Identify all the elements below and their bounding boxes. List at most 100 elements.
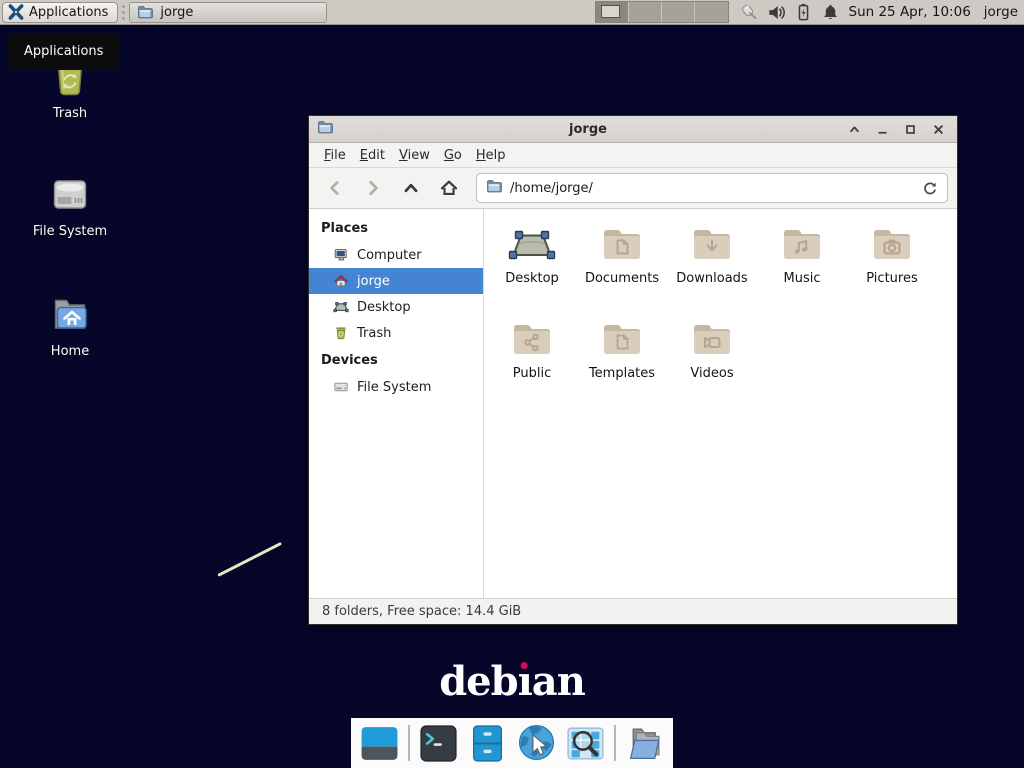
desktop-icon: [333, 299, 349, 315]
workspace-window-preview: [601, 5, 620, 18]
workspace-3[interactable]: [662, 2, 695, 22]
folder-item-videos[interactable]: Videos: [667, 313, 757, 408]
battery-charging-icon[interactable]: [794, 3, 813, 22]
sidebar-header-places: Places: [309, 214, 483, 242]
music-folder-icon: [778, 220, 826, 268]
desktop-icon-file-system[interactable]: File System: [22, 170, 118, 239]
desktop-icon-label: File System: [33, 224, 107, 239]
sidebar-item-file-system[interactable]: File System: [309, 374, 483, 400]
minimize-button[interactable]: [871, 119, 893, 140]
folder-label: Downloads: [676, 272, 747, 286]
pictures-folder-icon: [868, 220, 916, 268]
back-button[interactable]: [318, 173, 351, 203]
home-button[interactable]: [432, 173, 465, 203]
workspace-2[interactable]: [629, 2, 662, 22]
folder-view[interactable]: Desktop Documents Do: [484, 209, 957, 598]
menu-help[interactable]: Help: [469, 146, 513, 165]
dock-web-browser-button[interactable]: [516, 723, 557, 764]
show-desktop-icon: [359, 723, 400, 764]
workspace-switcher: [595, 1, 729, 23]
taskbar-window-button[interactable]: jorge: [129, 2, 327, 23]
window-folder-icon: [317, 119, 333, 139]
forward-button[interactable]: [356, 173, 389, 203]
wallpaper-artifact-line: [217, 542, 282, 577]
applications-tooltip: Applications: [8, 33, 119, 70]
workspace-4[interactable]: [695, 2, 727, 22]
folder-label: Desktop: [505, 272, 559, 286]
up-button[interactable]: [394, 173, 427, 203]
folder-icon: [137, 4, 153, 20]
shade-button[interactable]: [843, 119, 865, 140]
volume-icon[interactable]: [767, 3, 786, 22]
sidebar-item-label: Desktop: [357, 300, 411, 315]
desktop-icon-label: Trash: [53, 106, 87, 121]
input-device-icon[interactable]: [740, 3, 759, 22]
xfce-applications-icon: [8, 4, 24, 20]
notifications-bell-icon[interactable]: [821, 3, 840, 22]
dock-terminal-button[interactable]: [418, 723, 459, 764]
documents-folder-icon: [598, 220, 646, 268]
home-folder-icon: [46, 290, 94, 338]
debian-logo-dotted-i: ı: [518, 658, 532, 705]
sidebar-item-computer[interactable]: Computer: [309, 242, 483, 268]
maximize-button[interactable]: [899, 119, 921, 140]
menu-view[interactable]: View: [392, 146, 437, 165]
open-folder-icon: [624, 723, 665, 764]
dock-application-finder-button[interactable]: [565, 723, 606, 764]
menubar: File Edit View Go Help: [309, 143, 957, 168]
location-path[interactable]: /home/jorge/: [510, 181, 914, 196]
file-manager-window: jorge File Edit View Go Help: [308, 115, 958, 625]
desktop-icon-home[interactable]: Home: [22, 290, 118, 359]
menu-file[interactable]: File: [317, 146, 353, 165]
folder-item-desktop[interactable]: Desktop: [487, 218, 577, 313]
dock-file-manager-button[interactable]: [467, 723, 508, 764]
folder-item-documents[interactable]: Documents: [577, 218, 667, 313]
dock-folder-button[interactable]: [624, 723, 665, 764]
videos-folder-icon: [688, 315, 736, 363]
folder-item-public[interactable]: Public: [487, 313, 577, 408]
folder-label: Music: [784, 272, 821, 286]
dock-separator: [614, 725, 616, 761]
sidebar-item-jorge[interactable]: jorge: [309, 268, 483, 294]
desktop[interactable]: Applications jorge: [0, 0, 1024, 768]
panel-username[interactable]: jorge: [984, 4, 1018, 20]
folder-item-pictures[interactable]: Pictures: [847, 218, 937, 313]
applications-menu-button[interactable]: Applications: [2, 2, 118, 23]
sidebar-item-desktop[interactable]: Desktop: [309, 294, 483, 320]
public-folder-icon: [508, 315, 556, 363]
dock-separator: [408, 725, 410, 761]
applications-menu-label: Applications: [29, 5, 108, 20]
sidebar-item-label: jorge: [357, 274, 390, 289]
window-titlebar[interactable]: jorge: [309, 116, 957, 143]
application-finder-icon: [565, 723, 606, 764]
hard-drive-icon: [46, 170, 94, 218]
folder-label: Templates: [589, 367, 655, 381]
dock-show-desktop-button[interactable]: [359, 723, 400, 764]
top-panel: Applications jorge: [0, 0, 1024, 25]
folder-item-templates[interactable]: Templates: [577, 313, 667, 408]
reload-button[interactable]: [922, 180, 938, 196]
status-text: 8 folders, Free space: 14.4 GiB: [322, 604, 521, 619]
sidebar-item-label: Computer: [357, 248, 422, 263]
panel-clock[interactable]: Sun 25 Apr, 10:06: [849, 4, 971, 20]
web-browser-globe-icon: [516, 723, 557, 764]
path-folder-icon: [486, 178, 502, 198]
desktop-special-icon: [508, 220, 556, 268]
folder-item-downloads[interactable]: Downloads: [667, 218, 757, 313]
toolbar: /home/jorge/: [309, 168, 957, 209]
workspace-1[interactable]: [596, 2, 629, 22]
window-title: jorge: [339, 122, 837, 137]
statusbar: 8 folders, Free space: 14.4 GiB: [309, 598, 957, 624]
menu-edit[interactable]: Edit: [353, 146, 392, 165]
computer-icon: [333, 247, 349, 263]
folder-label: Pictures: [866, 272, 917, 286]
folder-item-music[interactable]: Music: [757, 218, 847, 313]
sidebar-header-devices: Devices: [309, 346, 483, 374]
terminal-icon: [418, 723, 459, 764]
drive-icon: [333, 379, 349, 395]
sidebar-item-trash[interactable]: Trash: [309, 320, 483, 346]
panel-handle[interactable]: [120, 4, 127, 21]
location-bar[interactable]: /home/jorge/: [476, 173, 948, 203]
close-button[interactable]: [927, 119, 949, 140]
menu-go[interactable]: Go: [437, 146, 469, 165]
